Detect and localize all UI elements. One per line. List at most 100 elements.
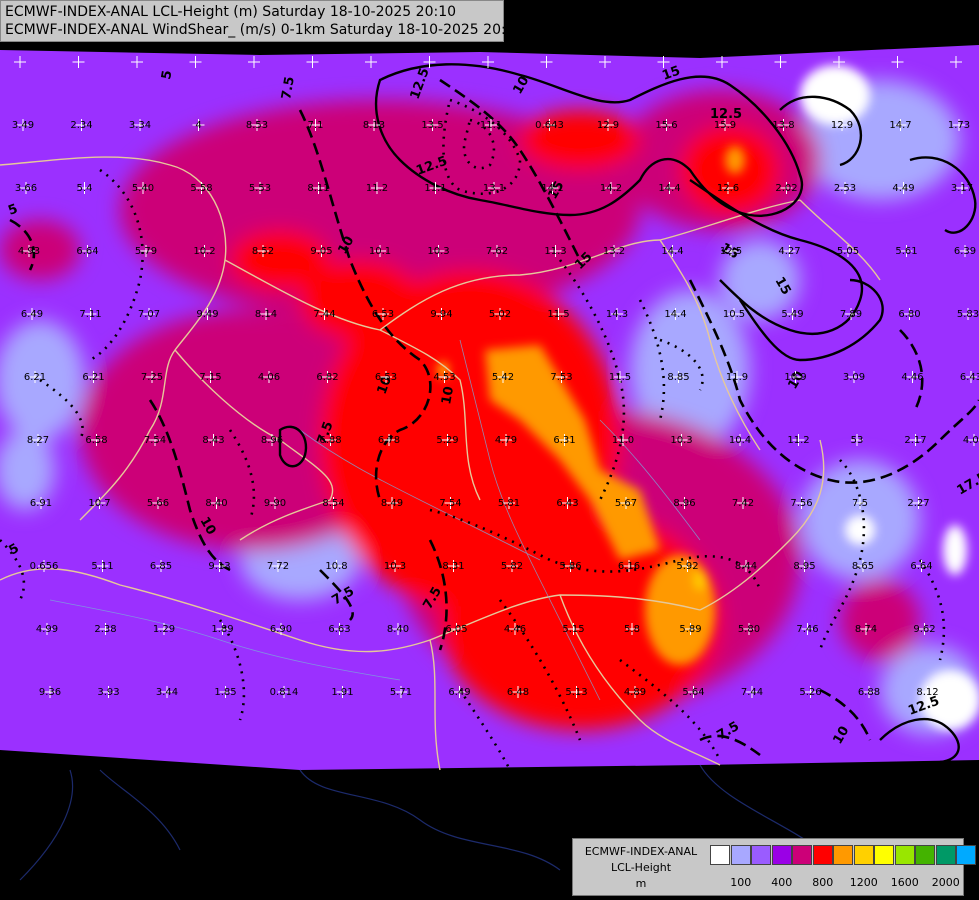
legend-tick-label: 800 xyxy=(812,876,834,889)
legend-tick-label: 1200 xyxy=(849,876,878,889)
station-value: 9.62 xyxy=(913,624,935,635)
station-value: 7.89 xyxy=(840,309,862,320)
station-value: 4.46 xyxy=(901,372,923,383)
station-value: 5.26 xyxy=(799,687,821,698)
station-value: 3.17 xyxy=(951,183,973,194)
legend-swatch xyxy=(833,845,853,865)
station-value: 11.3 xyxy=(544,246,566,257)
station-value: 10.9 xyxy=(784,372,806,383)
station-value: 13.2 xyxy=(603,246,625,257)
legend-swatch xyxy=(874,845,894,865)
station-value: 6.82 xyxy=(316,372,338,383)
station-value: 14.2 xyxy=(600,183,622,194)
station-value: 1.91 xyxy=(331,687,353,698)
station-value: 8.49 xyxy=(381,498,403,509)
station-value: 7.15 xyxy=(199,372,221,383)
station-value: 5.53 xyxy=(249,183,271,194)
station-value: 5.71 xyxy=(390,687,412,698)
station-value: 6.53 xyxy=(372,309,394,320)
title-windshear: ECMWF-INDEX-ANAL WindShear_ (m/s) 0-1km … xyxy=(5,22,524,38)
station-value: 7.54 xyxy=(439,498,461,509)
station-value: 5.49 xyxy=(781,309,803,320)
station-value: 6.16 xyxy=(618,561,640,572)
station-value: 4.46 xyxy=(504,624,526,635)
station-value: 10.5 xyxy=(723,309,745,320)
lcl-height-map: 12.512.515151512.515157.5101010101017.55… xyxy=(0,0,979,900)
station-value: 1.73 xyxy=(948,120,970,131)
station-value: 6.49 xyxy=(448,687,470,698)
station-value: 6.21 xyxy=(82,372,104,383)
station-value: 6.80 xyxy=(898,309,920,320)
station-value: 12.9 xyxy=(831,120,853,131)
station-value: 8.12 xyxy=(916,687,938,698)
station-value: 7.07 xyxy=(138,309,160,320)
station-value: 14.3 xyxy=(606,309,628,320)
legend-tick-label: 2000 xyxy=(931,876,960,889)
station-value: 10.2 xyxy=(193,246,215,257)
station-value: 8.14 xyxy=(255,309,277,320)
station-value: 4.49 xyxy=(892,183,914,194)
station-value: 4.53 xyxy=(433,372,455,383)
station-value: 8.40 xyxy=(387,624,409,635)
station-value: 5.4 xyxy=(77,183,93,194)
station-value: 1.89 xyxy=(211,624,233,635)
station-value: 6.88 xyxy=(858,687,880,698)
station-value: 5.64 xyxy=(682,687,704,698)
station-value: 2.27 xyxy=(907,498,929,509)
station-value: 8.54 xyxy=(322,498,344,509)
station-value: 8.40 xyxy=(205,498,227,509)
station-value: 4.89 xyxy=(624,687,646,698)
station-value: 5.92 xyxy=(676,561,698,572)
station-value: 10.3 xyxy=(670,435,692,446)
station-value: 7.1 xyxy=(308,120,324,131)
station-value: 11.0 xyxy=(612,435,634,446)
station-value: 5.61 xyxy=(895,246,917,257)
lcl-height-field xyxy=(0,45,979,770)
station-value: 14.7 xyxy=(889,120,911,131)
station-value: 10.3 xyxy=(384,561,406,572)
station-value: 7.54 xyxy=(144,435,166,446)
station-value: 5.67 xyxy=(615,498,637,509)
station-value: 5.02 xyxy=(489,309,511,320)
station-value: 6.43 xyxy=(556,498,578,509)
station-value: 5.40 xyxy=(132,183,154,194)
station-value: 11.9 xyxy=(726,372,748,383)
station-value: 3.66 xyxy=(15,183,37,194)
station-value: 5.13 xyxy=(565,687,587,698)
station-value: 5.86 xyxy=(559,561,581,572)
station-value: 3.09 xyxy=(843,372,865,383)
station-value: 6.78 xyxy=(378,435,400,446)
station-value: 11.1 xyxy=(480,120,502,131)
station-value: 15.6 xyxy=(655,120,677,131)
station-value: 5.05 xyxy=(837,246,859,257)
station-value: 10.7 xyxy=(88,498,110,509)
station-value: 5.11 xyxy=(91,561,113,572)
legend-swatch xyxy=(771,845,792,865)
station-value: 9.90 xyxy=(264,498,286,509)
station-value: 8.53 xyxy=(246,120,268,131)
station-value: 6.91 xyxy=(30,498,52,509)
station-value: 9.05 xyxy=(310,246,332,257)
station-value: 8.27 xyxy=(27,435,49,446)
color-legend: ECMWF-INDEX-ANAL LCL-Height m 100 400 800 1… xyxy=(572,838,976,896)
station-value: 6.64 xyxy=(76,246,98,257)
station-value: 5.81 xyxy=(498,498,520,509)
station-value: 14.4 xyxy=(664,309,686,320)
station-value: 11.1 xyxy=(424,183,446,194)
station-value: 2.17 xyxy=(904,435,926,446)
station-value: 6.05 xyxy=(445,624,467,635)
station-value: 9.49 xyxy=(196,309,218,320)
station-value: 1.85 xyxy=(214,687,236,698)
legend-model-label: ECMWF-INDEX-ANAL xyxy=(584,845,698,858)
station-value: 6.43 xyxy=(960,372,979,383)
legend-swatch xyxy=(792,845,812,865)
station-value: 2.38 xyxy=(94,624,116,635)
station-value: 5.8 xyxy=(624,624,640,635)
station-value: 4.99 xyxy=(36,624,58,635)
station-value: 5.42 xyxy=(492,372,514,383)
station-value: 10.1 xyxy=(369,246,391,257)
legend-swatch xyxy=(956,845,976,865)
station-value: 6.53 xyxy=(375,372,397,383)
station-value: 13.1 xyxy=(483,183,505,194)
legend-tick-label: 400 xyxy=(771,876,793,889)
